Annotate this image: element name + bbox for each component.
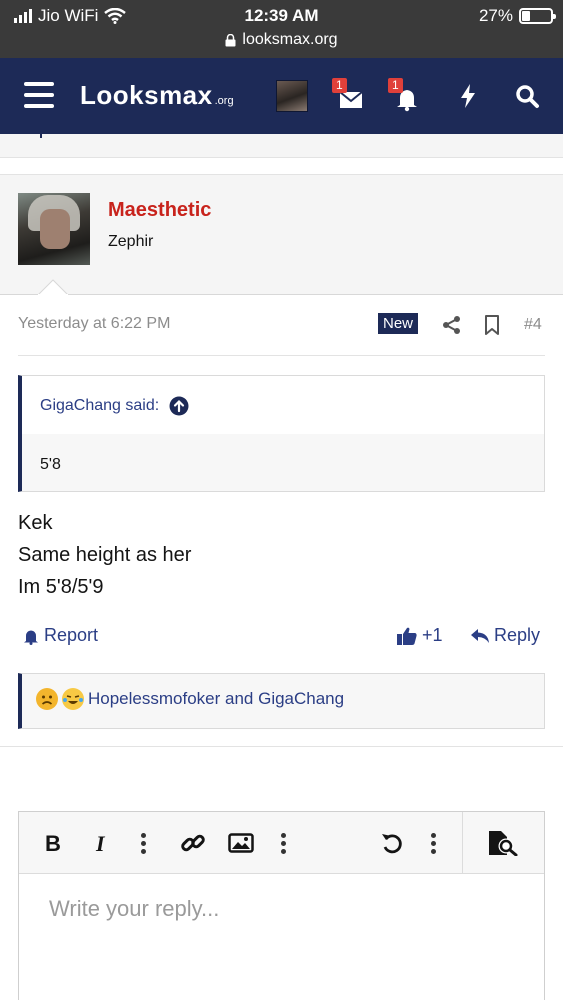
italic-icon[interactable]: I [91, 830, 113, 856]
post-body: Kek Same height as her Im 5'8/5'9 [18, 507, 191, 603]
search-button[interactable] [512, 80, 544, 112]
divider [18, 355, 545, 356]
conversations-badge: 1 [332, 78, 347, 93]
post: Maesthetic Zephir Yesterday at 6:22 PM N… [0, 174, 563, 746]
status-bar: Jio WiFi 12:39 AM looksmax.org 27% [0, 0, 563, 58]
arrow-up-circle-icon[interactable] [169, 396, 189, 416]
conversations-button[interactable]: 1 [332, 78, 366, 112]
share-icon[interactable] [442, 315, 462, 335]
url-bar[interactable]: looksmax.org [0, 31, 563, 49]
author-avatar[interactable] [18, 193, 90, 265]
reactions-bar[interactable]: Hopelessmofoker and GigaChang [18, 673, 545, 729]
toolbar-divider [462, 812, 463, 874]
battery-indicator: 27% [478, 6, 556, 26]
reactions-users[interactable]: Hopelessmofoker and GigaChang [88, 689, 344, 709]
post-body-line: Same height as her [18, 544, 192, 566]
more-icon[interactable] [137, 830, 149, 856]
post-timestamp[interactable]: Yesterday at 6:22 PM [18, 315, 170, 333]
battery-percent: 27% [478, 6, 513, 25]
search-icon [516, 85, 539, 108]
like-count: +1 [422, 625, 443, 645]
preview-icon[interactable] [487, 830, 519, 856]
divider [0, 746, 563, 747]
post-body-line: Kek [18, 512, 53, 534]
bold-icon[interactable]: B [43, 830, 65, 856]
post-user-block: Maesthetic Zephir [0, 175, 563, 295]
author-name[interactable]: Maesthetic [108, 199, 211, 222]
reply-editor: B I Write your reply... [18, 811, 545, 1000]
battery-icon [519, 8, 556, 24]
crying-laugh-icon [62, 688, 84, 710]
post-body-line: Im 5'8/5'9 [18, 576, 104, 598]
alerts-button[interactable]: 1 [388, 78, 422, 112]
like-button[interactable]: +1 [396, 625, 443, 646]
more-icon[interactable] [277, 830, 289, 856]
quote-author[interactable]: GigaChang said: [40, 397, 159, 415]
svg-text:I: I [95, 832, 106, 854]
alerts-badge: 1 [388, 78, 403, 93]
account-avatar[interactable] [276, 80, 308, 112]
whats-new-button[interactable] [452, 80, 484, 112]
bell-icon [24, 630, 38, 645]
url-text: looksmax.org [242, 31, 338, 48]
quote-block: GigaChang said: 5'8 [18, 375, 545, 492]
more-icon[interactable] [427, 830, 439, 856]
thumbs-up-icon [397, 627, 417, 645]
new-badge: New [378, 313, 419, 334]
nav-shadow-strip [0, 134, 563, 158]
author-title: Zephir [108, 233, 154, 250]
report-label: Report [44, 625, 99, 645]
undo-icon[interactable] [379, 830, 405, 856]
quote-text: 5'8 [40, 456, 61, 473]
report-button[interactable]: Report [22, 625, 98, 646]
svg-text:B: B [45, 832, 61, 854]
user-block-arrow [38, 279, 68, 295]
post-actions: Report +1 Reply [0, 625, 563, 649]
reply-label: Reply [494, 625, 541, 645]
editor-toolbar: B I [19, 812, 544, 874]
quote-header[interactable]: GigaChang said: [40, 396, 189, 416]
bookmark-icon[interactable] [483, 315, 501, 335]
link-icon[interactable] [179, 830, 207, 856]
image-icon[interactable] [227, 830, 255, 856]
reply-icon [471, 628, 489, 643]
menu-icon[interactable] [24, 82, 54, 108]
bolt-icon [461, 84, 475, 108]
site-logo[interactable]: Looksmax .org [80, 80, 234, 111]
lock-icon [225, 33, 236, 46]
sad-face-icon [36, 688, 58, 710]
quote-body: 5'8 [22, 434, 544, 491]
reply-input[interactable]: Write your reply... [49, 896, 219, 922]
reply-button[interactable]: Reply [470, 625, 540, 646]
post-number[interactable]: #4 [524, 316, 542, 334]
